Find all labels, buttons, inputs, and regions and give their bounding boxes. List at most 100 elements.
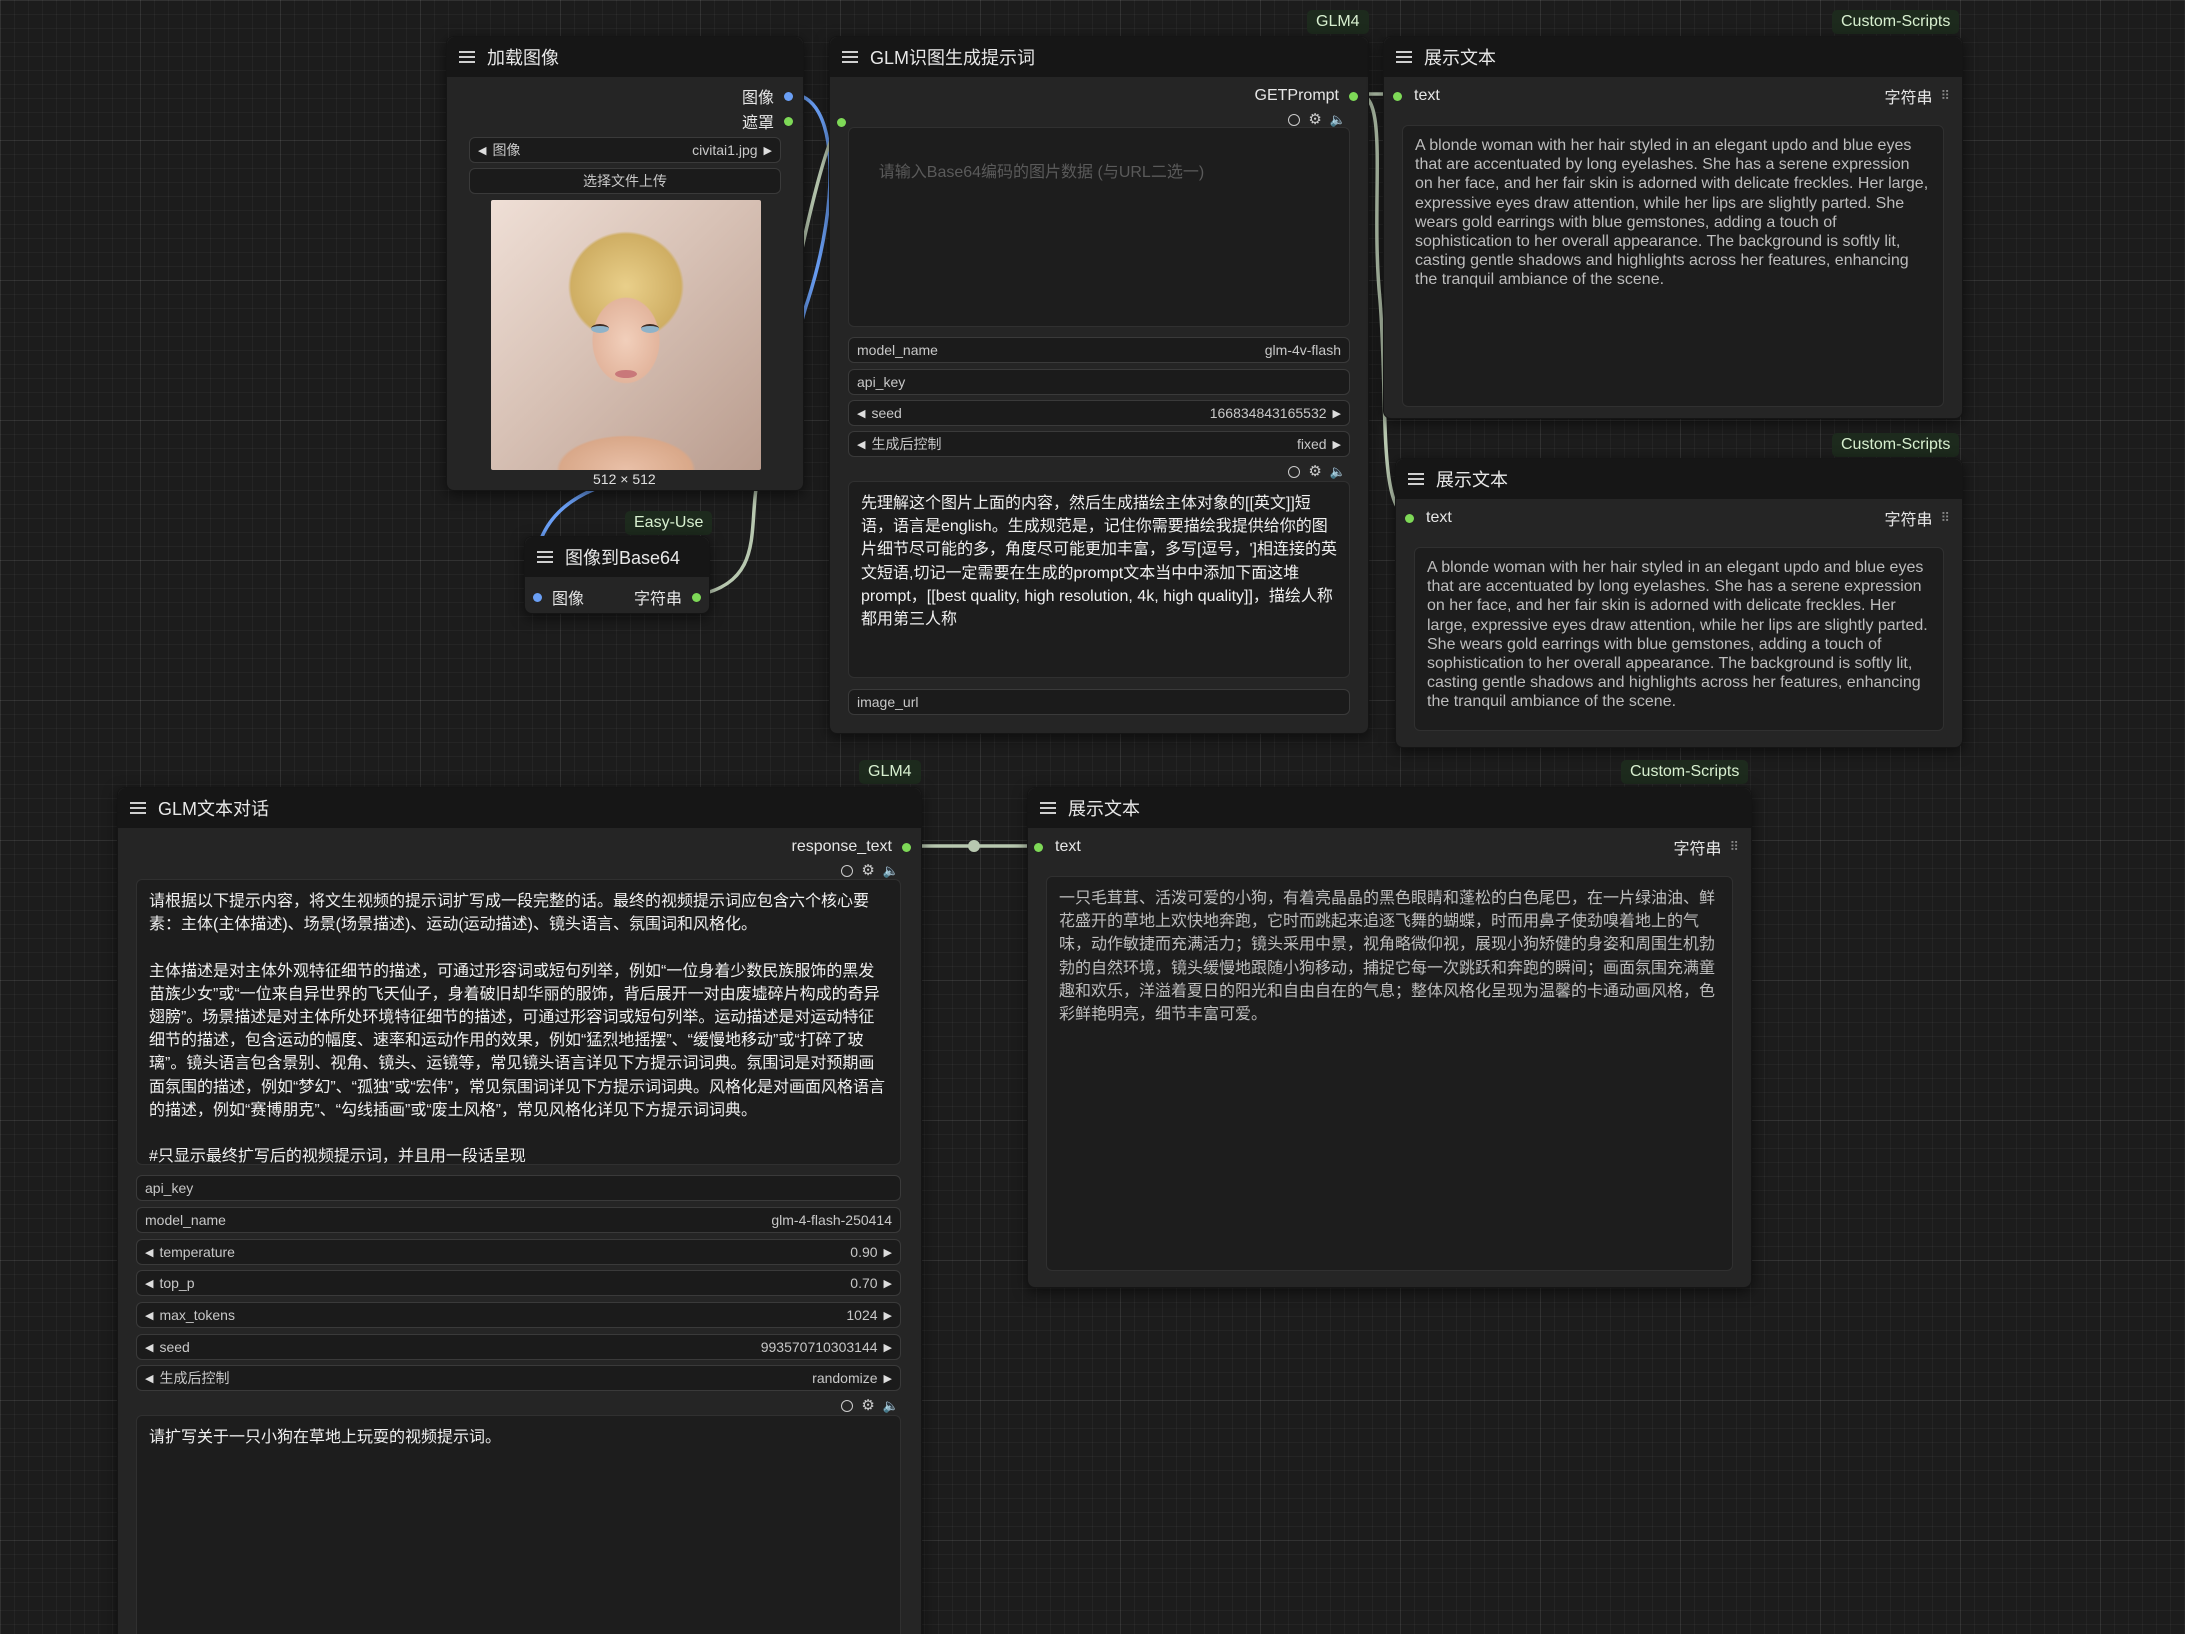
seed-widget[interactable]: ◀ seed 166834843165532 ▶ [848,400,1350,426]
right-arrow-icon[interactable]: ▶ [884,1277,892,1290]
widget-value: fixed [1296,436,1327,452]
output-string-slot[interactable]: 字符串 ⠿ [1884,85,1950,107]
show-text-header[interactable]: 展示文本 [1396,459,1962,499]
menu-icon[interactable] [1408,473,1424,485]
speaker-icon[interactable]: 🔈 [1330,113,1346,126]
grid-icon[interactable]: ⠿ [1940,510,1950,526]
image-to-base64-header[interactable]: 图像到Base64 [525,537,709,577]
input-dot[interactable] [1393,91,1402,101]
left-arrow-icon[interactable]: ◀ [145,1277,153,1290]
control-after-generate-widget[interactable]: ◀ 生成后控制 randomize ▶ [136,1365,901,1391]
output-dot[interactable] [902,842,911,852]
input-dot[interactable] [1405,513,1414,523]
menu-icon[interactable] [842,51,858,63]
left-arrow-icon[interactable]: ◀ [145,1341,153,1354]
toggle-icon[interactable] [841,864,854,877]
grid-icon[interactable]: ⠿ [1729,839,1739,855]
glm-vision-header[interactable]: GLM识图生成提示词 [830,37,1368,77]
gear-icon[interactable]: ⚙ [861,1398,874,1413]
seed-widget[interactable]: ◀ seed 993570710303144 ▶ [136,1334,901,1360]
model-name-widget[interactable]: model_name glm-4v-flash [848,337,1350,363]
left-arrow-icon[interactable]: ◀ [857,407,865,420]
left-arrow-icon[interactable]: ◀ [145,1372,153,1385]
menu-icon[interactable] [1396,51,1412,63]
output-mask-slot[interactable]: 遮罩 [742,110,793,132]
left-arrow-icon[interactable]: ◀ [857,438,865,451]
left-arrow-icon[interactable]: ◀ [478,144,486,157]
toggle-icon[interactable] [841,1399,854,1412]
image-url-widget[interactable]: image_url [848,689,1350,715]
input-text-slot[interactable]: text [1393,85,1440,107]
right-arrow-icon[interactable]: ▶ [884,1372,892,1385]
menu-icon[interactable] [130,802,146,814]
show-text-header[interactable]: 展示文本 [1384,37,1962,77]
widget-controls[interactable]: ⚙ 🔈 [1288,112,1346,127]
top-p-widget[interactable]: ◀ top_p 0.70 ▶ [136,1270,901,1296]
glm-chat-header[interactable]: GLM文本对话 [118,788,921,828]
right-arrow-icon[interactable]: ▶ [764,144,772,157]
image-data-textarea[interactable]: 请输入Base64编码的图片数据 (与URL二选一) [848,127,1350,327]
output-dot[interactable] [784,116,793,126]
display-textarea[interactable]: A blonde woman with her hair styled in a… [1414,547,1944,731]
left-arrow-icon[interactable]: ◀ [145,1246,153,1259]
input-image-slot[interactable]: 图像 [533,586,584,608]
output-dot[interactable] [692,592,701,602]
left-arrow-icon[interactable]: ◀ [145,1309,153,1322]
load-image-node[interactable]: 加载图像 图像 遮罩 ◀ 图像 civitai1.jpg ▶ 选择文件上传 512 … [446,36,804,491]
right-arrow-icon[interactable]: ▶ [884,1309,892,1322]
right-arrow-icon[interactable]: ▶ [1333,407,1341,420]
gear-icon[interactable]: ⚙ [861,863,874,878]
api-key-widget[interactable]: api_key [136,1175,901,1201]
grid-icon[interactable]: ⠿ [1940,88,1950,104]
image-select-widget[interactable]: ◀ 图像 civitai1.jpg ▶ [469,137,781,163]
input-text-slot[interactable]: text [1034,836,1081,858]
output-getprompt-slot[interactable]: GETPrompt [1255,85,1358,107]
model-name-widget[interactable]: model_name glm-4-flash-250414 [136,1207,901,1233]
show-text-node-1[interactable]: 展示文本 text 字符串 ⠿ A blonde woman with her … [1383,36,1963,419]
output-string-slot[interactable]: 字符串 ⠿ [1884,507,1950,529]
output-dot[interactable] [1349,91,1358,101]
api-key-widget[interactable]: api_key [848,369,1350,395]
widget-controls[interactable]: ⚙ 🔈 [1288,464,1346,479]
input-dot[interactable] [533,592,542,602]
output-string-slot[interactable]: 字符串 [634,586,701,608]
show-text-node-2[interactable]: 展示文本 text 字符串 ⠿ A blonde woman with her … [1395,458,1963,748]
speaker-icon[interactable]: 🔈 [883,1399,899,1412]
input-dot[interactable] [1034,842,1043,852]
menu-icon[interactable] [459,51,475,63]
menu-icon[interactable] [1040,802,1056,814]
output-string-slot[interactable]: 字符串 ⠿ [1673,836,1739,858]
load-image-header[interactable]: 加载图像 [447,37,803,77]
toggle-icon[interactable] [1288,113,1301,126]
temperature-widget[interactable]: ◀ temperature 0.90 ▶ [136,1239,901,1265]
right-arrow-icon[interactable]: ▶ [884,1246,892,1259]
display-textarea[interactable]: 一只毛茸茸、活泼可爱的小狗，有着亮晶晶的黑色眼睛和蓬松的白色尾巴，在一片绿油油、… [1046,876,1733,1271]
input-image-data-dot[interactable] [837,118,846,127]
right-arrow-icon[interactable]: ▶ [1333,438,1341,451]
speaker-icon[interactable]: 🔈 [1330,465,1346,478]
output-image-slot[interactable]: 图像 [742,85,793,107]
upload-button[interactable]: 选择文件上传 [469,168,781,194]
output-dot[interactable] [784,91,793,101]
display-textarea[interactable]: A blonde woman with her hair styled in a… [1402,125,1944,407]
menu-icon[interactable] [537,551,553,563]
glm-chat-node[interactable]: GLM文本对话 response_text ⚙ 🔈 请根据以下提示内容，将文生视… [117,787,922,1634]
output-response-slot[interactable]: response_text [791,836,911,858]
toggle-icon[interactable] [1288,465,1301,478]
image-to-base64-node[interactable]: 图像到Base64 图像 字符串 [524,536,710,614]
gear-icon[interactable]: ⚙ [1308,112,1321,127]
gear-icon[interactable]: ⚙ [1308,464,1321,479]
widget-controls[interactable]: ⚙ 🔈 [841,1398,899,1413]
speaker-icon[interactable]: 🔈 [883,864,899,877]
glm-vision-node[interactable]: GLM识图生成提示词 GETPrompt ⚙ 🔈 请输入Base64编码的图片数… [829,36,1369,734]
system-prompt-textarea[interactable]: 请根据以下提示内容，将文生视频的提示词扩写成一段完整的话。最终的视频提示词应包含… [136,879,901,1165]
right-arrow-icon[interactable]: ▶ [884,1341,892,1354]
control-after-generate-widget[interactable]: ◀ 生成后控制 fixed ▶ [848,431,1350,457]
prompt-textarea[interactable]: 先理解这个图片上面的内容，然后生成描绘主体对象的[[英文]]短语，语言是engl… [848,481,1350,678]
input-text-slot[interactable]: text [1405,507,1452,529]
widget-controls[interactable]: ⚙ 🔈 [841,863,899,878]
show-text-node-3[interactable]: 展示文本 text 字符串 ⠿ 一只毛茸茸、活泼可爱的小狗，有着亮晶晶的黑色眼睛… [1027,787,1752,1288]
max-tokens-widget[interactable]: ◀ max_tokens 1024 ▶ [136,1302,901,1328]
show-text-header[interactable]: 展示文本 [1028,788,1751,828]
user-prompt-textarea[interactable]: 请扩写关于一只小狗在草地上玩耍的视频提示词。 [136,1415,901,1634]
